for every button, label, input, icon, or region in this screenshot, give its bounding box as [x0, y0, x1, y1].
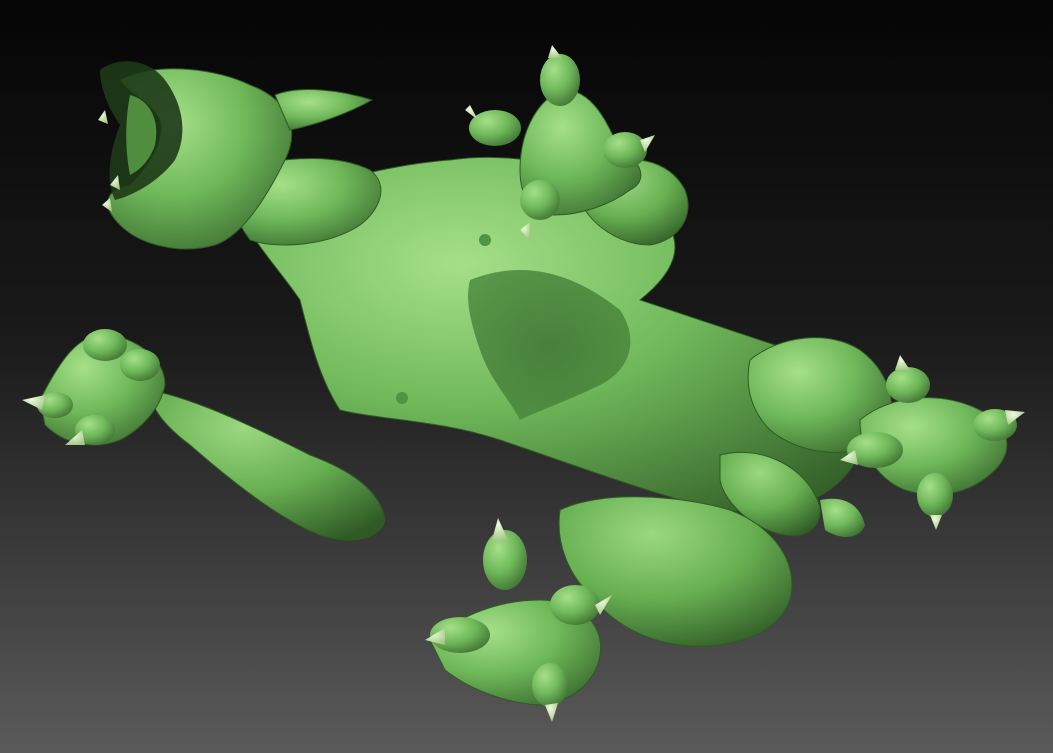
- sculpt-render: [0, 0, 1053, 753]
- viewport: [0, 0, 1053, 753]
